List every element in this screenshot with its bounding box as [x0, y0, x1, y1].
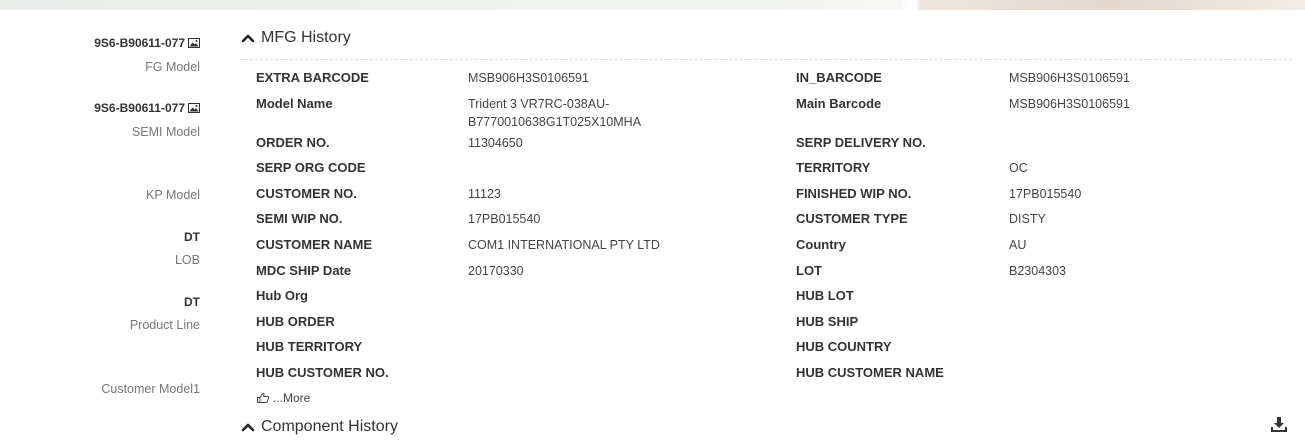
sidebar-item-fg-model: 9S6-B90611-077 FG Model: [0, 36, 200, 75]
download-icon[interactable]: [1271, 416, 1287, 432]
field-label: HUB CUSTOMER NO.: [256, 365, 389, 380]
chevron-up-icon: [241, 423, 255, 432]
chevron-up-icon: [241, 34, 255, 43]
field-value: AU: [1009, 238, 1027, 252]
fg-model-value[interactable]: 9S6-B90611-077: [94, 36, 185, 50]
field-label: EXTRA BARCODE: [256, 70, 369, 85]
field-label: HUB SHIP: [796, 314, 859, 329]
field-value: B2304303: [1009, 264, 1067, 278]
field-value: DISTY: [1009, 212, 1046, 226]
field-label: SERP DELIVERY NO.: [796, 135, 926, 150]
sidebar-item-product-line: DT Product Line: [0, 295, 200, 333]
field-label: Hub Org: [256, 288, 308, 303]
semi-model-value[interactable]: 9S6-B90611-077: [94, 101, 185, 115]
image-icon[interactable]: [188, 38, 200, 48]
field-value: 11123: [468, 187, 501, 201]
image-icon[interactable]: [188, 103, 200, 113]
fg-model-label: FG Model: [145, 60, 200, 74]
sidebar-item-customer-model1: Customer Model1: [0, 381, 200, 397]
field-label: HUB ORDER: [256, 314, 335, 329]
section-divider: [240, 59, 1292, 60]
mfg-history-toggle[interactable]: MFG History: [241, 27, 351, 49]
lob-label: LOB: [174, 253, 200, 267]
sidebar-item-semi-model: 9S6-B90611-077 SEMI Model: [0, 101, 200, 140]
field-label: TERRITORY: [796, 160, 871, 175]
kp-model-label: KP Model: [146, 188, 200, 202]
sidebar-item-kp-model: KP Model: [0, 187, 200, 203]
field-label: LOT: [796, 263, 822, 278]
field-value: MSB906H3S0106591: [1009, 97, 1130, 111]
field-label: SERP ORG CODE: [256, 160, 366, 175]
field-label: Model Name: [256, 96, 333, 111]
more-link-label: ...More: [273, 391, 311, 405]
field-label: CUSTOMER NO.: [256, 186, 357, 201]
field-label: HUB TERRITORY: [256, 339, 363, 354]
field-label: IN_BARCODE: [796, 70, 882, 85]
field-label: MDC SHIP Date: [256, 263, 352, 278]
component-history-toggle[interactable]: Component History: [241, 416, 398, 438]
model-sidebar: 9S6-B90611-077 FG Model 9S6-B90611-077 S…: [0, 0, 210, 448]
field-label: CUSTOMER NAME: [256, 237, 373, 252]
field-value: MSB906H3S0106591: [1009, 71, 1130, 85]
field-value: 11304650: [468, 136, 523, 150]
mfg-history-title: MFG History: [261, 29, 351, 46]
more-link[interactable]: ...More: [256, 390, 310, 406]
field-value: 17PB015540: [468, 212, 541, 226]
component-history-title: Component History: [261, 418, 398, 435]
field-label: CUSTOMER TYPE: [796, 211, 908, 226]
sidebar-item-lob: DT LOB: [0, 230, 200, 268]
field-value: OC: [1009, 161, 1028, 175]
semi-model-label: SEMI Model: [131, 125, 200, 139]
field-value: COM1 INTERNATIONAL PTY LTD: [468, 238, 660, 252]
field-value: Trident 3 VR7RC-038AU-B7770010638G1T025X…: [468, 97, 642, 129]
lob-value: DT: [184, 230, 200, 244]
field-value: MSB906H3S0106591: [468, 71, 589, 85]
field-label: FINISHED WIP NO.: [796, 186, 912, 201]
field-label: HUB COUNTRY: [796, 339, 892, 354]
product-line-label: Product Line: [129, 318, 200, 332]
customer-model1-label: Customer Model1: [101, 382, 200, 396]
field-label: ORDER NO.: [256, 135, 330, 150]
field-label: Main Barcode: [796, 96, 882, 111]
field-label: HUB CUSTOMER NAME: [796, 365, 944, 380]
hand-pointer-icon: [257, 392, 270, 403]
field-value: 20170330: [468, 264, 524, 278]
product-line-value: DT: [184, 295, 200, 309]
field-value: 17PB015540: [1009, 187, 1082, 201]
field-label: HUB LOT: [796, 288, 854, 303]
field-label: SEMI WIP NO.: [256, 211, 343, 226]
field-label: Country: [796, 237, 846, 252]
